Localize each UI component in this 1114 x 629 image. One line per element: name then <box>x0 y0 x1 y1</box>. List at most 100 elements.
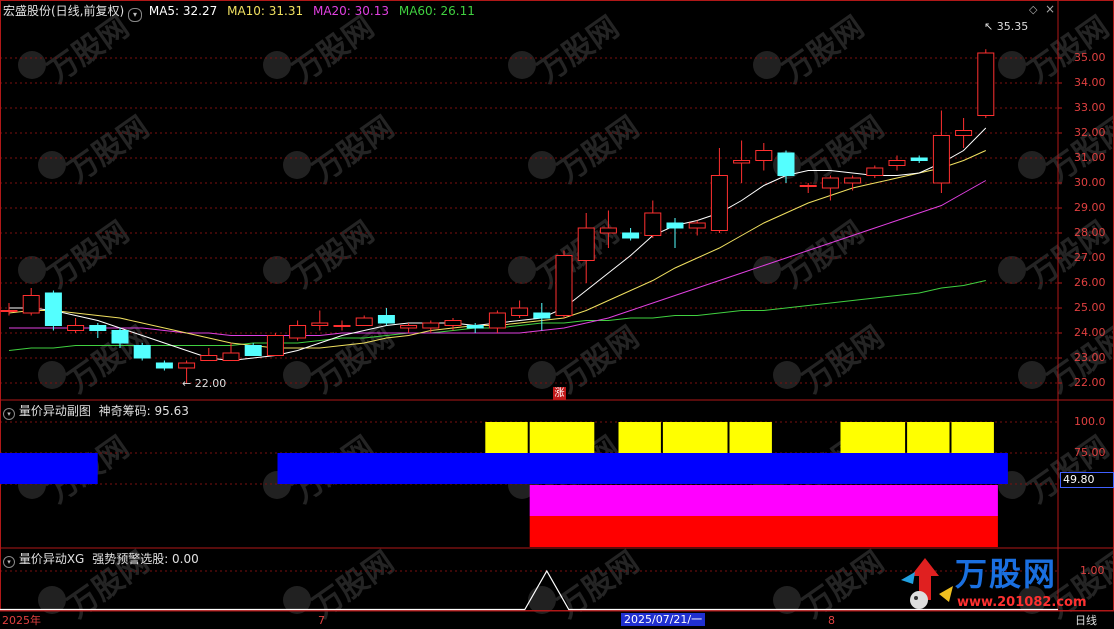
candle[interactable] <box>844 175 862 191</box>
candle-body <box>0 310 18 312</box>
watermark-text: 万股网 <box>797 110 891 190</box>
candle-body <box>910 157 928 161</box>
candle[interactable] <box>555 250 573 319</box>
candle[interactable] <box>866 165 884 179</box>
date-year-label: 2025年 <box>2 614 41 627</box>
candle[interactable] <box>0 303 18 316</box>
chevron-down-icon[interactable]: ▾ <box>3 408 15 420</box>
sub1-yellow-bar <box>618 422 661 453</box>
candle[interactable] <box>377 308 395 326</box>
watermark-bull-icon <box>263 256 291 284</box>
watermark-bull-icon <box>508 51 536 79</box>
candle[interactable] <box>200 348 218 361</box>
candle-body <box>733 160 751 164</box>
candle[interactable] <box>932 110 950 194</box>
candle-body <box>466 325 484 329</box>
candle[interactable] <box>955 118 973 148</box>
sub2-title[interactable]: 量价异动XG <box>19 552 85 566</box>
sub1-header: ▾ 量价异动副图 神奇筹码: 95.63 <box>3 404 189 420</box>
close-icon[interactable]: × <box>1045 3 1057 15</box>
candle[interactable] <box>311 310 329 331</box>
candle-body <box>133 345 151 359</box>
candle[interactable] <box>289 320 307 341</box>
candle[interactable] <box>622 228 640 241</box>
price-tick-label: 33.00 <box>1074 101 1106 114</box>
watermark-bull-icon <box>528 586 556 614</box>
candle-body <box>755 150 773 161</box>
candle-body <box>333 325 351 327</box>
candle-body <box>533 312 551 319</box>
candle[interactable] <box>22 288 40 316</box>
watermark-tile: 万股网 <box>528 320 646 400</box>
candle[interactable] <box>511 300 529 319</box>
candle[interactable] <box>400 323 418 333</box>
watermark-bull-icon <box>998 51 1026 79</box>
candle[interactable] <box>333 320 351 331</box>
period-label[interactable]: 日线 <box>1075 614 1097 627</box>
candle-body <box>666 222 684 229</box>
candle[interactable] <box>710 148 728 233</box>
sub1-tick-label: 100.0 <box>1074 415 1106 428</box>
candle-body <box>844 177 862 184</box>
watermark-bull-icon <box>283 361 311 389</box>
watermark-bull-icon <box>38 361 66 389</box>
chevron-down-icon[interactable]: ▾ <box>128 8 143 22</box>
candle[interactable] <box>44 290 62 331</box>
bull-logo-icon <box>901 558 953 609</box>
watermark-bull-icon <box>508 256 536 284</box>
sub1-yellow-bar <box>662 422 728 453</box>
candle[interactable] <box>733 140 751 184</box>
candle[interactable] <box>533 303 551 331</box>
candle-body <box>955 130 973 136</box>
candle[interactable] <box>422 320 440 334</box>
candle[interactable] <box>644 200 662 239</box>
candle[interactable] <box>67 318 85 333</box>
candle-body <box>222 352 240 361</box>
price-tick-label: 22.00 <box>1074 376 1106 389</box>
watermark-text: 万股网 <box>62 110 156 190</box>
candle[interactable] <box>910 155 928 164</box>
watermark-bull-icon <box>38 151 66 179</box>
watermark-tile: 万股网 <box>38 110 156 190</box>
candle[interactable] <box>821 175 839 201</box>
candle[interactable] <box>155 360 173 371</box>
date-cursor-label[interactable]: 2025/07/21/一 <box>621 613 706 626</box>
sub1-value: 神奇筹码: 95.63 <box>98 404 189 418</box>
stock-chart-window: 万股网 万股网 万股网 万股网 万股网 万股网 万股网 万股网 万股网 万股网 万股网 万股网 万股网万… <box>0 0 1114 629</box>
sub1-yellow-bar <box>729 422 772 453</box>
diamond-icon[interactable]: ◇ <box>1029 4 1041 16</box>
candle-body <box>821 177 839 189</box>
watermark-text: 万股网 <box>1022 430 1114 510</box>
watermark-tile: 万股网 <box>508 10 626 90</box>
price-tick-label: 26.00 <box>1074 276 1106 289</box>
candle[interactable] <box>977 49 995 118</box>
price-tick-label: 27.00 <box>1074 251 1106 264</box>
watermark-text: 万股网 <box>797 545 891 625</box>
candle-body <box>355 317 373 326</box>
candle[interactable] <box>89 323 107 338</box>
price-tick-label: 35.00 <box>1074 51 1106 64</box>
candle[interactable] <box>488 310 506 334</box>
watermark-bull-icon <box>263 51 291 79</box>
candle[interactable] <box>266 333 284 356</box>
watermark-bull-icon <box>773 361 801 389</box>
price-tick-label: 32.00 <box>1074 126 1106 139</box>
candle-body <box>555 255 573 316</box>
high-price-marker: ↖ 35.35 <box>984 20 1029 33</box>
watermark-bull-icon <box>753 51 781 79</box>
candle[interactable] <box>755 143 773 171</box>
chevron-down-icon[interactable]: ▾ <box>3 556 15 568</box>
brand-url: www.201082.com <box>957 595 1087 610</box>
candle-body <box>67 325 85 331</box>
sub1-title[interactable]: 量价异动副图 <box>19 404 91 418</box>
sub1-blue-bar <box>277 453 1008 484</box>
stock-title[interactable]: 宏盛股份(日线,前复权) <box>3 4 124 18</box>
watermark-bull-icon <box>998 256 1026 284</box>
watermark-text: 万股网 <box>797 320 891 400</box>
candle-body <box>710 175 728 231</box>
candle[interactable] <box>355 315 373 326</box>
candle[interactable] <box>133 343 151 361</box>
price-tick-label: 31.00 <box>1074 151 1106 164</box>
price-tick-label: 30.00 <box>1074 176 1106 189</box>
watermark-text: 万股网 <box>777 10 871 90</box>
